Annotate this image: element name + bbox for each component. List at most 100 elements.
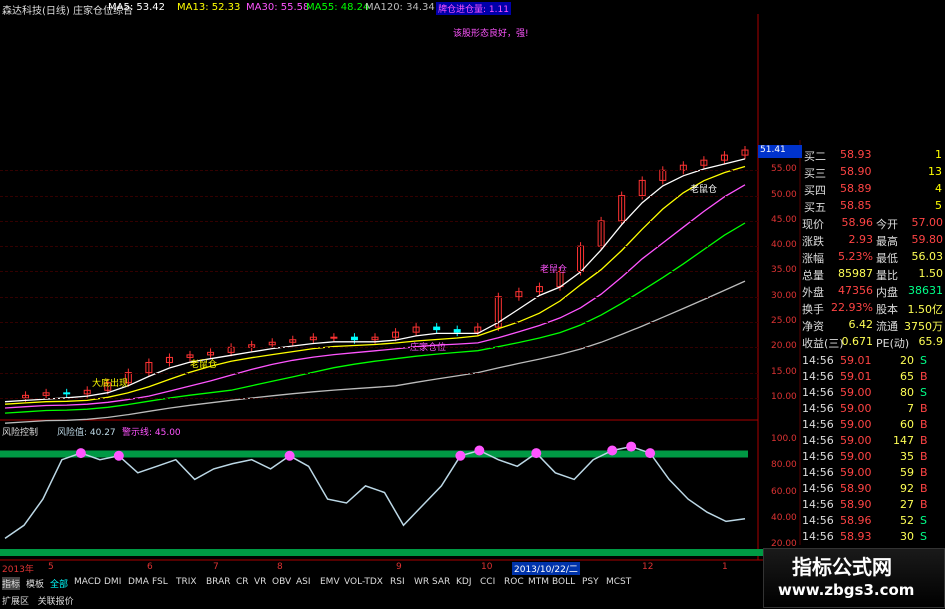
tick-volume: 59	[900, 466, 914, 479]
stat-label: 最高	[876, 235, 898, 248]
annotation-rat-2: 老鼠仓	[690, 185, 718, 195]
bid-volume: 5	[935, 199, 942, 212]
bid-label: 买四	[804, 184, 826, 197]
tab-obv[interactable]: OBV	[272, 577, 291, 587]
current-price-tag: 51.41	[758, 145, 802, 158]
risk-tick: 40.00	[771, 512, 797, 523]
tab-dma[interactable]: DMA	[128, 577, 149, 587]
tab-asi[interactable]: ASI	[296, 577, 311, 587]
tick-volume: 35	[900, 450, 914, 463]
stat-value: 38631	[908, 284, 943, 297]
tab-cci[interactable]: CCI	[480, 577, 495, 587]
tick-volume: 20	[900, 354, 914, 367]
bid-volume: 1	[935, 148, 942, 161]
risk-peak-marker	[113, 450, 124, 461]
x-axis-label: 2013/10/22/二	[512, 562, 580, 575]
tab-mcst[interactable]: MCST	[606, 577, 631, 587]
tick-volume: 52	[900, 514, 914, 527]
ma5-label: MA5: 53.42	[108, 2, 166, 13]
stat-label: 最低	[876, 252, 898, 265]
tab-boll[interactable]: BOLL	[552, 577, 575, 587]
tick-time: 14:56	[802, 482, 834, 495]
tab-vr[interactable]: VR	[254, 577, 266, 587]
stat-value: 56.03	[911, 250, 944, 263]
tab-extension[interactable]: 扩展区	[2, 597, 29, 607]
tick-time: 14:56	[802, 418, 834, 431]
tab-rsi[interactable]: RSI	[390, 577, 405, 587]
bid-price: 58.85	[840, 199, 872, 212]
tick-time: 14:56	[802, 450, 834, 463]
ma13-label: MA13: 52.33	[177, 2, 241, 13]
risk-peak-marker	[607, 445, 618, 456]
watermark-url: www.zbgs3.com	[778, 581, 915, 599]
price-gridline	[0, 322, 758, 324]
stat-label: 换手	[802, 303, 824, 316]
tab-mtm[interactable]: MTM	[528, 577, 549, 587]
price-tick: 45.00	[771, 214, 797, 225]
bid-label: 买三	[804, 167, 826, 180]
tab-related-quote[interactable]: 关联报价	[38, 597, 74, 607]
tab-全部[interactable]: 全部	[50, 577, 68, 590]
tick-side: B	[920, 418, 928, 431]
tick-volume: 7	[907, 402, 914, 415]
tick-price: 58.90	[840, 482, 872, 495]
price-gridline	[0, 372, 758, 374]
bid-price: 58.90	[840, 165, 872, 178]
tick-volume: 30	[900, 530, 914, 543]
stat-value: 5.23%	[838, 250, 873, 263]
tick-price: 59.01	[840, 370, 872, 383]
risk-peak-marker	[645, 448, 656, 459]
tick-time: 14:56	[802, 386, 834, 399]
x-axis-label: 9	[396, 562, 402, 572]
tab-模板[interactable]: 模板	[26, 577, 44, 590]
tick-price: 59.01	[840, 354, 872, 367]
tab-brar[interactable]: BRAR	[206, 577, 230, 587]
stat-value: 22.93%	[831, 301, 873, 314]
stat-value: 6.42	[848, 318, 874, 331]
tab-指标[interactable]: 指标	[2, 577, 21, 590]
tab-emv[interactable]: EMV	[320, 577, 340, 587]
risk-peak-marker	[284, 450, 295, 461]
tick-volume: 65	[900, 370, 914, 383]
stat-label: 净资	[802, 320, 824, 333]
stat-label: 外盘	[802, 286, 824, 299]
tab-kdj[interactable]: KDJ	[456, 577, 472, 587]
risk-tick: 60.00	[771, 486, 797, 497]
tab-sar[interactable]: SAR	[432, 577, 450, 587]
bid-price: 58.93	[840, 148, 872, 161]
tab-psy[interactable]: PSY	[582, 577, 599, 587]
tab-cr[interactable]: CR	[236, 577, 249, 587]
tick-time: 14:56	[802, 514, 834, 527]
tab-fsl[interactable]: FSL	[152, 577, 168, 587]
tick-side: B	[920, 450, 928, 463]
tab-wr[interactable]: WR	[414, 577, 429, 587]
bid-volume: 13	[928, 165, 942, 178]
stat-value: 59.80	[911, 233, 944, 246]
annotation-position-2: 老鼠仓	[540, 265, 568, 275]
bid-label: 买二	[804, 150, 826, 163]
tab-roc[interactable]: ROC	[504, 577, 524, 587]
stat-label: 股本	[876, 303, 898, 316]
tab-macd[interactable]: MACD	[74, 577, 101, 587]
candle-body	[63, 392, 71, 395]
tick-side: S	[920, 386, 927, 399]
risk-tick: 80.00	[771, 460, 797, 471]
tick-time: 14:56	[802, 370, 834, 383]
tab-vol-tdx[interactable]: VOL-TDX	[344, 577, 383, 587]
tab-trix[interactable]: TRIX	[176, 577, 197, 587]
stat-label: 量比	[876, 269, 898, 282]
tick-side: B	[920, 482, 928, 495]
tab-dmi[interactable]: DMI	[104, 577, 121, 587]
price-gridline	[0, 246, 758, 248]
price-tick: 10.00	[771, 391, 797, 402]
price-gridline	[0, 170, 758, 172]
tick-price: 58.96	[840, 514, 872, 527]
x-axis-label: 2013年	[2, 565, 34, 575]
price-gridline	[0, 296, 758, 298]
tick-time: 14:56	[802, 530, 834, 543]
stat-value: 1.50亿	[907, 303, 944, 316]
annotation-rat-1: 老鼠仓	[190, 360, 218, 370]
tick-volume: 27	[900, 498, 914, 511]
ma120-line	[4, 280, 746, 424]
tick-volume: 92	[900, 482, 914, 495]
